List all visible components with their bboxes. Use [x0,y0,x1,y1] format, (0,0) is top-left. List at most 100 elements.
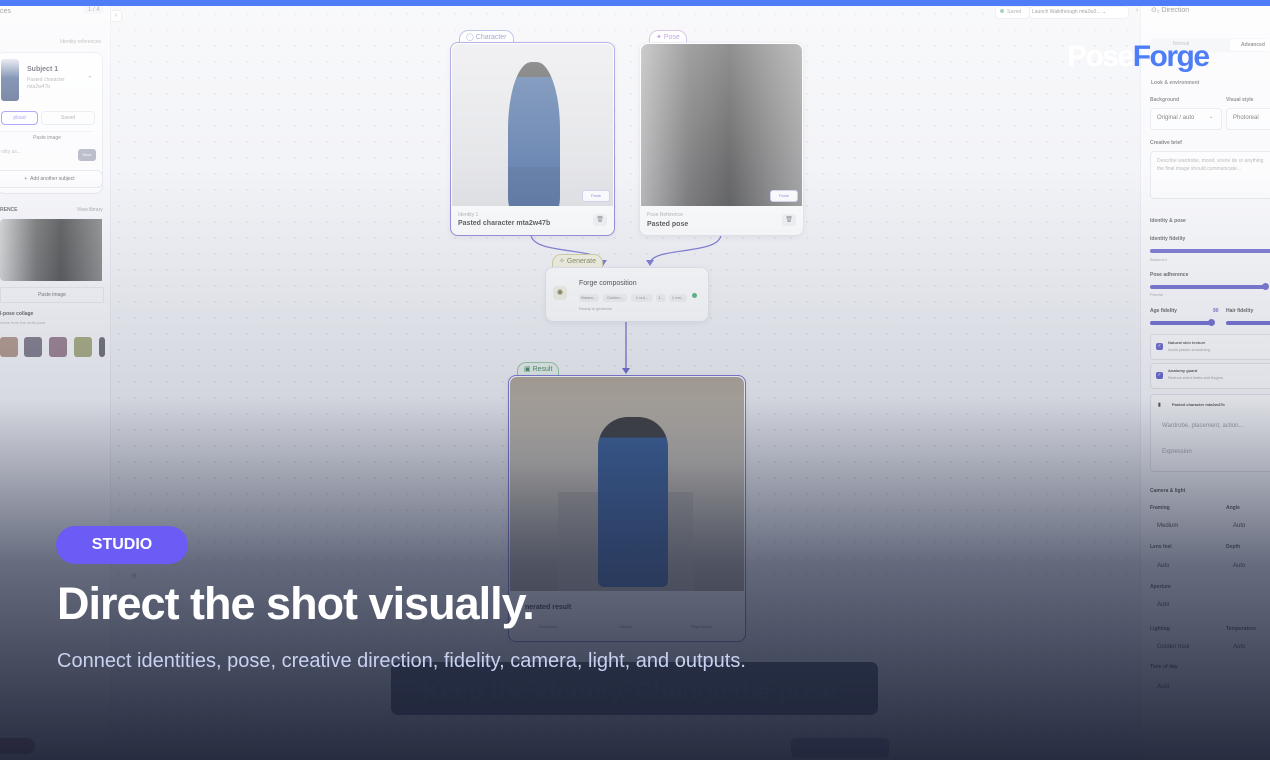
generate-action-button[interactable] [791,738,889,758]
generate-tag-label: Generate [566,258,596,265]
aperture-value[interactable]: Auto [1157,602,1169,608]
skin-texture-sub: Avoid plastic smoothing [1168,347,1210,352]
forge-composition-title: Forge composition [579,280,637,287]
age-fidelity-label: Age fidelity [1150,308,1177,314]
logo-part-2: Forge [1132,40,1210,73]
aperture-label: Aperture [1150,584,1171,590]
lens-label: Lens feel [1150,544,1172,550]
history-tab[interactable]: History [619,624,631,629]
arrow-head [622,368,630,374]
character-figure [508,62,560,206]
direction-label-text: Direction [1161,7,1190,14]
project-selector[interactable]: Launch Walkthrough mta2w2... ⌄ [1029,6,1129,19]
pose-adherence-knob[interactable] [1262,283,1269,290]
framing-value[interactable]: Medium [1157,523,1178,529]
pose-node-sub: Pose Reference [647,212,683,218]
framing-label: Framing [1150,505,1170,511]
identity-fidelity-slider[interactable] [1150,249,1270,253]
look-section-label: Look & environment [1151,80,1200,86]
result-figure [598,417,668,587]
pose-adherence-label: Pose adherence [1150,272,1189,278]
param-pill: 1 nut... [631,294,653,302]
result-node[interactable]: nerated result Download History Regenera… [508,375,746,642]
status-dot [692,293,697,298]
trash-icon[interactable]: 🗑 [782,214,796,226]
lighting-label: Lighting [1150,626,1170,632]
anatomy-guard-sub: Reduce extra limbs and fingers [1168,375,1224,380]
saved-label: Saved [1007,9,1022,15]
character-node[interactable]: Paste Identity 1 Pasted character mta2w4… [450,42,615,236]
camera-section-label: Camera & light [1150,488,1186,494]
hair-fidelity-slider[interactable] [1226,321,1270,325]
generate-status: Ready to generate [579,306,612,311]
app-screenshot: ces 1 / 4 Identity references Subject 1 … [0,6,1270,760]
creative-brief-label: Creative brief [1150,140,1182,146]
pose-node[interactable]: Paste Pose Reference Pasted pose 🗑 [639,42,804,236]
subject-chip: Pasted character mta2w47b [1172,402,1225,407]
pose-tag-label: Pose [663,34,680,41]
time-of-day-label: Time of day [1150,664,1178,670]
project-title: Launch Walkthrough mta2w2... [1032,9,1101,15]
visual-style-value: Photoreal [1233,115,1259,121]
logo-part-1: Pose [1067,40,1134,73]
pose-node-title: Pasted pose [647,221,689,228]
wardrobe-input[interactable]: Wardrobe, placement, action... [1162,422,1243,430]
generate-node-tag: ✧ Generate [552,254,603,268]
background-label: Background [1150,97,1180,103]
subject-chip-icon: ▮ [1158,402,1161,408]
chevron-right-icon[interactable]: › [1136,7,1138,14]
angle-value[interactable]: Auto [1233,523,1245,529]
param-pill: Balanc... [579,294,599,302]
sparkle-icon: ✺ [553,286,567,300]
hero-headline: Direct the shot visually. [57,578,535,629]
character-node-title: Pasted character mta2w47b [458,220,551,227]
chevron-down-icon: ⌄ [1209,114,1214,120]
pose-photo [641,44,802,206]
lighting-value[interactable]: Golden hour [1157,644,1190,650]
expression-input[interactable]: Expression [1162,448,1192,456]
param-pill: 1... [656,294,666,302]
hero-subline: Connect identities, pose, creative direc… [57,650,746,672]
pose-adherence-sub: Precise [1150,292,1164,297]
param-pill: Golden... [603,294,627,302]
age-fidelity-value: 90 [1213,308,1219,314]
pose-adherence-slider[interactable] [1150,285,1268,289]
identity-fidelity-label: Identity fidelity [1150,236,1186,242]
angle-label: Angle [1226,505,1240,511]
visual-style-label: Visual style [1226,97,1254,103]
generate-node[interactable]: ✺ Forge composition Balanc... Golden... … [545,267,709,322]
character-paste-button[interactable]: Paste [582,190,610,202]
bottom-status-chip [0,738,35,754]
regenerate-tab[interactable]: Regenerate [691,624,712,629]
temperature-value[interactable]: Auto [1233,644,1245,650]
wire-pose-generate [649,233,722,265]
tagline-text: Keep the identity. Change the pose. [422,676,844,706]
trash-icon[interactable]: 🗑 [593,214,607,226]
result-tag-label: Result [532,366,553,373]
temperature-label: Temperature [1226,626,1256,632]
identity-section-label: Identity & pose [1150,218,1186,224]
anatomy-guard-checkbox[interactable]: ✓ [1156,372,1163,379]
time-of-day-value[interactable]: Auto [1157,684,1169,690]
age-fidelity-knob[interactable] [1208,319,1215,326]
chevron-down-icon: ⌄ [1102,9,1107,15]
mode-advanced[interactable]: Advanced [1230,39,1270,51]
download-tab[interactable]: Download [539,624,557,629]
skin-texture-checkbox[interactable]: ✓ [1156,343,1163,350]
direction-label: ⊙₂ Direction [1151,7,1190,14]
saved-indicator: Saved [995,6,1030,19]
param-pill: 1 ma... [669,294,687,302]
character-node-sub: Identity 1 [458,212,479,218]
hair-fidelity-label: Hair fidelity [1226,308,1254,314]
depth-value[interactable]: Auto [1233,563,1245,569]
character-tag-label: Character [475,34,507,41]
poseforge-logo: PoseForge [1067,40,1210,74]
result-photo [510,377,744,591]
character-photo [452,44,613,206]
pose-paste-button[interactable]: Paste [770,190,798,202]
arrow-head [646,260,654,266]
lens-value[interactable]: Auto [1157,563,1169,569]
age-fidelity-slider[interactable] [1150,321,1212,325]
anatomy-guard-label: Anatomy guard [1168,368,1198,373]
background-value: Original / auto [1157,115,1195,121]
